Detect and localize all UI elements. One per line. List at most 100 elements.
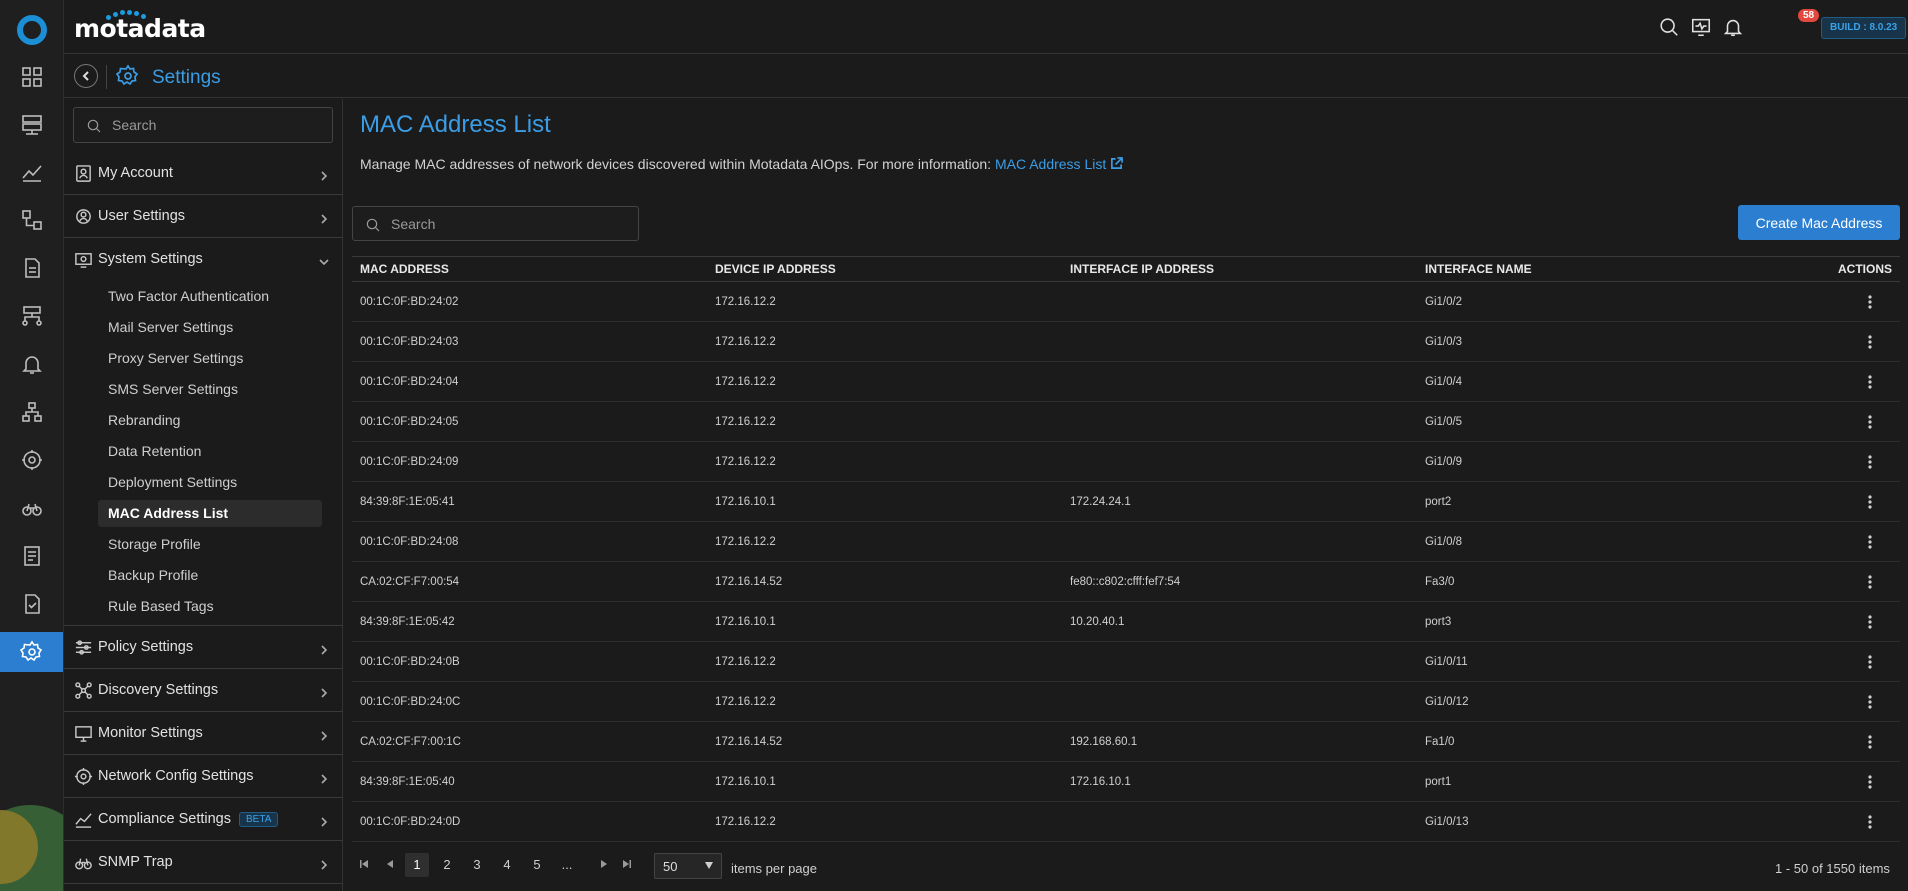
table-row[interactable]: CA:02:CF:F7:00:54 172.16.14.52 fe80::c802:…	[352, 561, 1900, 602]
sidebar-group-monitor-settings[interactable]: Monitor Settings	[64, 712, 343, 755]
settings-icon[interactable]	[0, 632, 63, 672]
metrics-icon[interactable]	[0, 152, 63, 192]
sidebar-item-mac-address-list[interactable]: MAC Address List	[98, 500, 322, 527]
sidebar-item-deployment-settings[interactable]: Deployment Settings	[98, 469, 322, 496]
table-row[interactable]: 00:1C:0F:BD:24:0B 172.16.12.2 Gi1/0/11	[352, 641, 1900, 682]
sidebar-item-backup-profile[interactable]: Backup Profile	[98, 562, 322, 589]
page-ellipsis-button[interactable]: ...	[555, 853, 579, 877]
sidebar-item-storage-profile[interactable]: Storage Profile	[98, 531, 322, 558]
table-row[interactable]: 84:39:8F:1E:05:40 172.16.10.1 172.16.10.1 p…	[352, 761, 1900, 802]
sidebar-group-label: Network Config Settings	[98, 768, 254, 784]
device-ip-cell: 172.16.12.2	[707, 361, 1062, 402]
sidebar-item-proxy-server-settings[interactable]: Proxy Server Settings	[98, 345, 322, 372]
more-actions-icon[interactable]	[1868, 454, 1872, 469]
log-icon[interactable]	[0, 536, 63, 576]
table-row[interactable]: 00:1C:0F:BD:24:0D 172.16.12.2 Gi1/0/13	[352, 801, 1900, 842]
more-actions-icon[interactable]	[1868, 534, 1872, 549]
back-button[interactable]	[74, 64, 98, 88]
more-actions-icon[interactable]	[1868, 294, 1872, 309]
more-actions-icon[interactable]	[1868, 494, 1872, 509]
sidebar-item-mail-server-settings[interactable]: Mail Server Settings	[98, 314, 322, 341]
more-actions-icon[interactable]	[1868, 374, 1872, 389]
next-page-button[interactable]	[592, 853, 616, 877]
sidebar-item-rule-based-tags[interactable]: Rule Based Tags	[98, 593, 322, 620]
table-row[interactable]: 00:1C:0F:BD:24:09 172.16.12.2 Gi1/0/9	[352, 441, 1900, 482]
page-description: Manage MAC addresses of network devices …	[360, 156, 1124, 172]
first-page-button[interactable]	[352, 853, 376, 877]
mac-address-cell: 00:1C:0F:BD:24:0D	[352, 801, 707, 842]
sidebar-group-my-account[interactable]: My Account	[64, 152, 343, 195]
bell-icon[interactable]	[1720, 14, 1746, 40]
chevron-right-icon	[319, 168, 329, 181]
interface-name-cell: port1	[1417, 761, 1772, 802]
last-page-button[interactable]	[615, 853, 639, 877]
chevron-right-icon	[319, 642, 329, 655]
interface-ip-cell: fe80::c802:cfff:fef7:54	[1062, 561, 1417, 602]
sidebar-group-system-settings[interactable]: System Settings	[64, 238, 343, 281]
items-per-page-select[interactable]: 50	[654, 853, 722, 879]
sidebar-group-user-settings[interactable]: User Settings	[64, 195, 343, 238]
sidebar-item-data-retention[interactable]: Data Retention	[98, 438, 322, 465]
brand-logo[interactable]: motadata	[74, 14, 206, 43]
table-row[interactable]: 00:1C:0F:BD:24:02 172.16.12.2 Gi1/0/2	[352, 281, 1900, 322]
column-header-interface-name[interactable]: INTERFACE NAME	[1417, 256, 1772, 282]
sidebar-group-snmp-trap[interactable]: SNMP Trap	[64, 841, 343, 884]
monitor-activity-icon[interactable]	[1688, 14, 1714, 40]
column-header-mac-address[interactable]: MAC ADDRESS	[352, 256, 707, 282]
sidebar-search-input[interactable]	[112, 108, 322, 142]
server-icon[interactable]	[0, 104, 63, 144]
more-actions-icon[interactable]	[1868, 734, 1872, 749]
more-actions-icon[interactable]	[1868, 694, 1872, 709]
page-button-1[interactable]: 1	[405, 853, 429, 877]
table-row[interactable]: 00:1C:0F:BD:24:08 172.16.12.2 Gi1/0/8	[352, 521, 1900, 562]
sidebar-group-network-config-settings[interactable]: Network Config Settings	[64, 755, 343, 798]
user-gear-icon	[74, 207, 93, 226]
column-header-device-ip-address[interactable]: DEVICE IP ADDRESS	[707, 256, 1062, 282]
help-link[interactable]: MAC Address List	[995, 156, 1106, 172]
more-actions-icon[interactable]	[1868, 814, 1872, 829]
topology-icon[interactable]	[0, 200, 63, 240]
table-row[interactable]: 84:39:8F:1E:05:41 172.16.10.1 172.24.24.1 p…	[352, 481, 1900, 522]
hierarchy-icon[interactable]	[0, 392, 63, 432]
dashboard-icon[interactable]	[0, 57, 63, 97]
table-row[interactable]: 00:1C:0F:BD:24:04 172.16.12.2 Gi1/0/4	[352, 361, 1900, 402]
sidebar-group-discovery-settings[interactable]: Discovery Settings	[64, 669, 343, 712]
external-link-icon[interactable]	[1110, 157, 1124, 170]
sidebar-group-policy-settings[interactable]: Policy Settings	[64, 626, 343, 669]
more-actions-icon[interactable]	[1868, 414, 1872, 429]
network-config-icon	[74, 767, 93, 786]
sidebar-item-two-factor-authentication[interactable]: Two Factor Authentication	[98, 283, 322, 310]
network-icon[interactable]	[0, 296, 63, 336]
ai-ops-icon[interactable]	[0, 440, 63, 480]
table-row[interactable]: 00:1C:0F:BD:24:03 172.16.12.2 Gi1/0/3	[352, 321, 1900, 362]
more-actions-icon[interactable]	[1868, 334, 1872, 349]
explorer-icon[interactable]	[0, 488, 63, 528]
device-ip-cell: 172.16.12.2	[707, 641, 1062, 682]
page-button-5[interactable]: 5	[525, 853, 549, 877]
compliance-icon[interactable]	[0, 584, 63, 624]
app-logo-icon[interactable]	[17, 15, 47, 45]
actions-cell	[1772, 401, 1900, 442]
create-mac-address-button[interactable]: Create Mac Address	[1738, 205, 1900, 240]
search-icon[interactable]	[1656, 14, 1682, 40]
page-button-2[interactable]: 2	[435, 853, 459, 877]
page-button-4[interactable]: 4	[495, 853, 519, 877]
table-row[interactable]: 00:1C:0F:BD:24:0C 172.16.12.2 Gi1/0/12	[352, 681, 1900, 722]
sidebar-group-compliance-settings[interactable]: Compliance Settings BETA	[64, 798, 343, 841]
table-row[interactable]: 84:39:8F:1E:05:42 172.16.10.1 10.20.40.1 po…	[352, 601, 1900, 642]
previous-page-button[interactable]	[378, 853, 402, 877]
more-actions-icon[interactable]	[1868, 614, 1872, 629]
report-icon[interactable]	[0, 248, 63, 288]
sidebar-item-rebranding[interactable]: Rebranding	[98, 407, 322, 434]
more-actions-icon[interactable]	[1868, 654, 1872, 669]
alert-icon[interactable]	[0, 344, 63, 384]
sidebar-item-sms-server-settings[interactable]: SMS Server Settings	[98, 376, 322, 403]
table-row[interactable]: CA:02:CF:F7:00:1C 172.16.14.52 192.168.60.…	[352, 721, 1900, 762]
table-search-input[interactable]	[391, 207, 631, 240]
more-actions-icon[interactable]	[1868, 574, 1872, 589]
table-row[interactable]: 00:1C:0F:BD:24:05 172.16.12.2 Gi1/0/5	[352, 401, 1900, 442]
page-button-3[interactable]: 3	[465, 853, 489, 877]
pagination: 1 2 3 4 5 ...	[352, 850, 1900, 880]
more-actions-icon[interactable]	[1868, 774, 1872, 789]
column-header-interface-ip-address[interactable]: INTERFACE IP ADDRESS	[1062, 256, 1417, 282]
